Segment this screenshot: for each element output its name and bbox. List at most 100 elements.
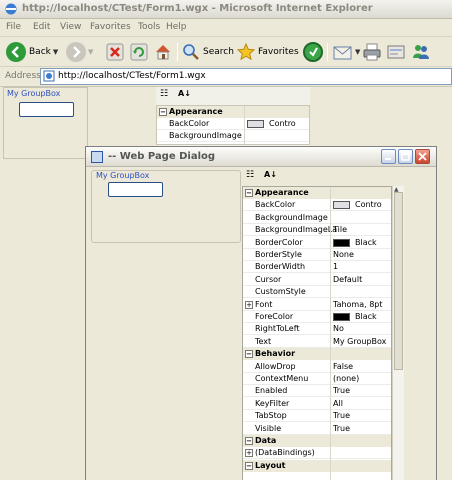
menu-edit[interactable]: Edit	[33, 22, 50, 32]
grid-row[interactable]: BorderWidth 1	[243, 261, 391, 274]
collapse-icon[interactable]: −	[245, 461, 253, 470]
property-name: Enabled	[255, 386, 288, 396]
groupbox-child-control[interactable]	[19, 102, 74, 117]
print-button[interactable]	[363, 41, 381, 63]
property-name: BorderColor	[255, 237, 303, 247]
property-value: No	[333, 324, 344, 334]
close-button[interactable]	[415, 149, 430, 164]
forward-dropdown-icon[interactable]: ▼	[88, 48, 93, 56]
forward-button[interactable]: ▼	[66, 41, 93, 63]
menu-view[interactable]: View	[60, 22, 81, 32]
property-name: RightToLeft	[255, 324, 300, 334]
search-icon	[183, 44, 199, 60]
grid-category[interactable]: − Appearance	[243, 187, 391, 199]
back-dropdown-icon[interactable]: ▼	[53, 48, 58, 56]
home-button[interactable]	[154, 41, 172, 63]
grid-row[interactable]: BackColor Contro	[243, 199, 391, 212]
property-name: ForeColor	[255, 312, 294, 321]
property-name: AllowDrop	[255, 361, 296, 371]
grid-row[interactable]: ContextMenu (none)	[243, 373, 391, 385]
grid-row[interactable]: Cursor Default	[243, 274, 391, 286]
minimize-button[interactable]	[381, 149, 396, 164]
scrollbar-thumb[interactable]	[394, 192, 403, 370]
grid-row[interactable]: RightToLeft No	[243, 323, 391, 336]
dialog-body: My GroupBox ☷ A↓ − Appearance BackColor Con…	[88, 168, 434, 480]
browser-toolbar: Back ▼ ▼ Search Favorites ▼	[0, 37, 452, 67]
favorites-button[interactable]: Favorites	[237, 41, 299, 63]
search-button[interactable]: Search	[182, 41, 234, 63]
grid-row[interactable]: TabStop True	[243, 410, 391, 423]
menu-tools[interactable]: Tools	[138, 22, 160, 32]
property-name: (DataBindings)	[255, 448, 315, 458]
grid-row[interactable]: CustomStyle	[243, 286, 391, 299]
grid-row[interactable]: BackgroundImageLa Tile	[243, 224, 391, 237]
maximize-button[interactable]	[398, 149, 413, 164]
property-name: TabStop	[255, 411, 287, 421]
grid-row[interactable]: Text My GroupBox	[243, 336, 391, 348]
refresh-button[interactable]	[130, 41, 148, 63]
mail-button[interactable]: ▼	[333, 41, 360, 63]
grid-category-appearance[interactable]: − Appearance	[157, 106, 309, 118]
toolbar-separator	[327, 43, 328, 61]
mail-icon	[333, 46, 352, 60]
expand-icon[interactable]: +	[245, 449, 253, 458]
grid-row[interactable]: AllowDrop False	[243, 361, 391, 373]
categorized-icon[interactable]: ☷	[160, 89, 168, 99]
mail-dropdown-icon[interactable]: ▼	[355, 48, 360, 56]
grid-row[interactable]: KeyFilter All	[243, 398, 391, 410]
stop-button[interactable]	[106, 41, 124, 63]
menu-file[interactable]: File	[6, 22, 21, 32]
dialog-property-grid: − Appearance BackColor Contro BackgroundImag…	[242, 186, 392, 480]
grid-row[interactable]: BackColor Contro	[157, 118, 309, 130]
grid-category[interactable]: − Layout	[243, 459, 391, 472]
categorized-icon[interactable]: ☷	[246, 170, 254, 180]
groupbox: My GroupBox	[3, 87, 88, 159]
collapse-icon[interactable]: −	[159, 108, 167, 116]
property-value: Black	[355, 312, 377, 321]
grid-row[interactable]: BackgroundImage	[157, 130, 309, 142]
search-label: Search	[203, 47, 234, 57]
address-input[interactable]: http://localhost/CTest/Form1.wgx	[40, 68, 452, 85]
color-swatch	[333, 313, 350, 321]
sort-az-icon[interactable]: A↓	[178, 89, 191, 98]
dialog-groupbox: My GroupBox	[91, 170, 241, 243]
page-property-grid: − Appearance BackColor Contro Background…	[156, 105, 310, 145]
grid-row[interactable]: Enabled True	[243, 385, 391, 398]
dialog-title-bar[interactable]: -- Web Page Dialog	[86, 147, 436, 167]
property-name: BackColor	[169, 119, 210, 128]
grid-category[interactable]: − Behavior	[243, 348, 391, 361]
grid-row[interactable]: ForeColor Black	[243, 311, 391, 323]
grid-row[interactable]: BorderStyle None	[243, 249, 391, 261]
collapse-icon[interactable]: −	[245, 350, 253, 359]
menu-help[interactable]: Help	[166, 22, 187, 32]
grid-row[interactable]: + Font Tahoma, 8pt	[243, 299, 391, 311]
web-page-dialog: -- Web Page Dialog My GroupBox ☷ A↓ − App…	[85, 146, 437, 480]
property-name: BackgroundImage	[255, 212, 328, 222]
dialog-groupbox-child-control[interactable]	[108, 182, 163, 197]
grid-row[interactable]: BorderColor Black	[243, 237, 391, 249]
address-url: http://localhost/CTest/Form1.wgx	[58, 71, 206, 81]
menu-favorites[interactable]: Favorites	[90, 22, 131, 32]
grid-row[interactable]: + (DataBindings)	[243, 447, 391, 460]
property-value: Tahoma, 8pt	[333, 299, 383, 309]
address-bar: Address http://localhost/CTest/Form1.wgx	[0, 67, 452, 87]
property-grid-scrollbar[interactable]: ▲	[392, 186, 404, 480]
media-button[interactable]	[303, 41, 323, 63]
browser-title: http://localhost/CTest/Form1.wgx - Micro…	[22, 3, 373, 14]
back-button[interactable]: Back ▼	[6, 41, 58, 63]
grid-row[interactable]: BackgroundImage	[243, 212, 391, 224]
grid-category[interactable]: − Data	[243, 435, 391, 447]
refresh-icon	[130, 43, 148, 61]
toolbar-separator	[177, 43, 178, 61]
expand-icon[interactable]: +	[245, 300, 253, 309]
edit-button[interactable]	[387, 41, 405, 63]
collapse-icon[interactable]: −	[245, 189, 253, 197]
stop-icon	[106, 43, 124, 61]
dialog-property-grid-toolbar: ☷ A↓	[244, 169, 284, 185]
collapse-icon[interactable]: −	[245, 437, 253, 445]
property-value: True	[333, 423, 350, 433]
close-icon	[418, 152, 427, 161]
messenger-button[interactable]	[412, 41, 430, 63]
grid-row[interactable]: Visible True	[243, 423, 391, 435]
sort-az-icon[interactable]: A↓	[264, 170, 277, 179]
